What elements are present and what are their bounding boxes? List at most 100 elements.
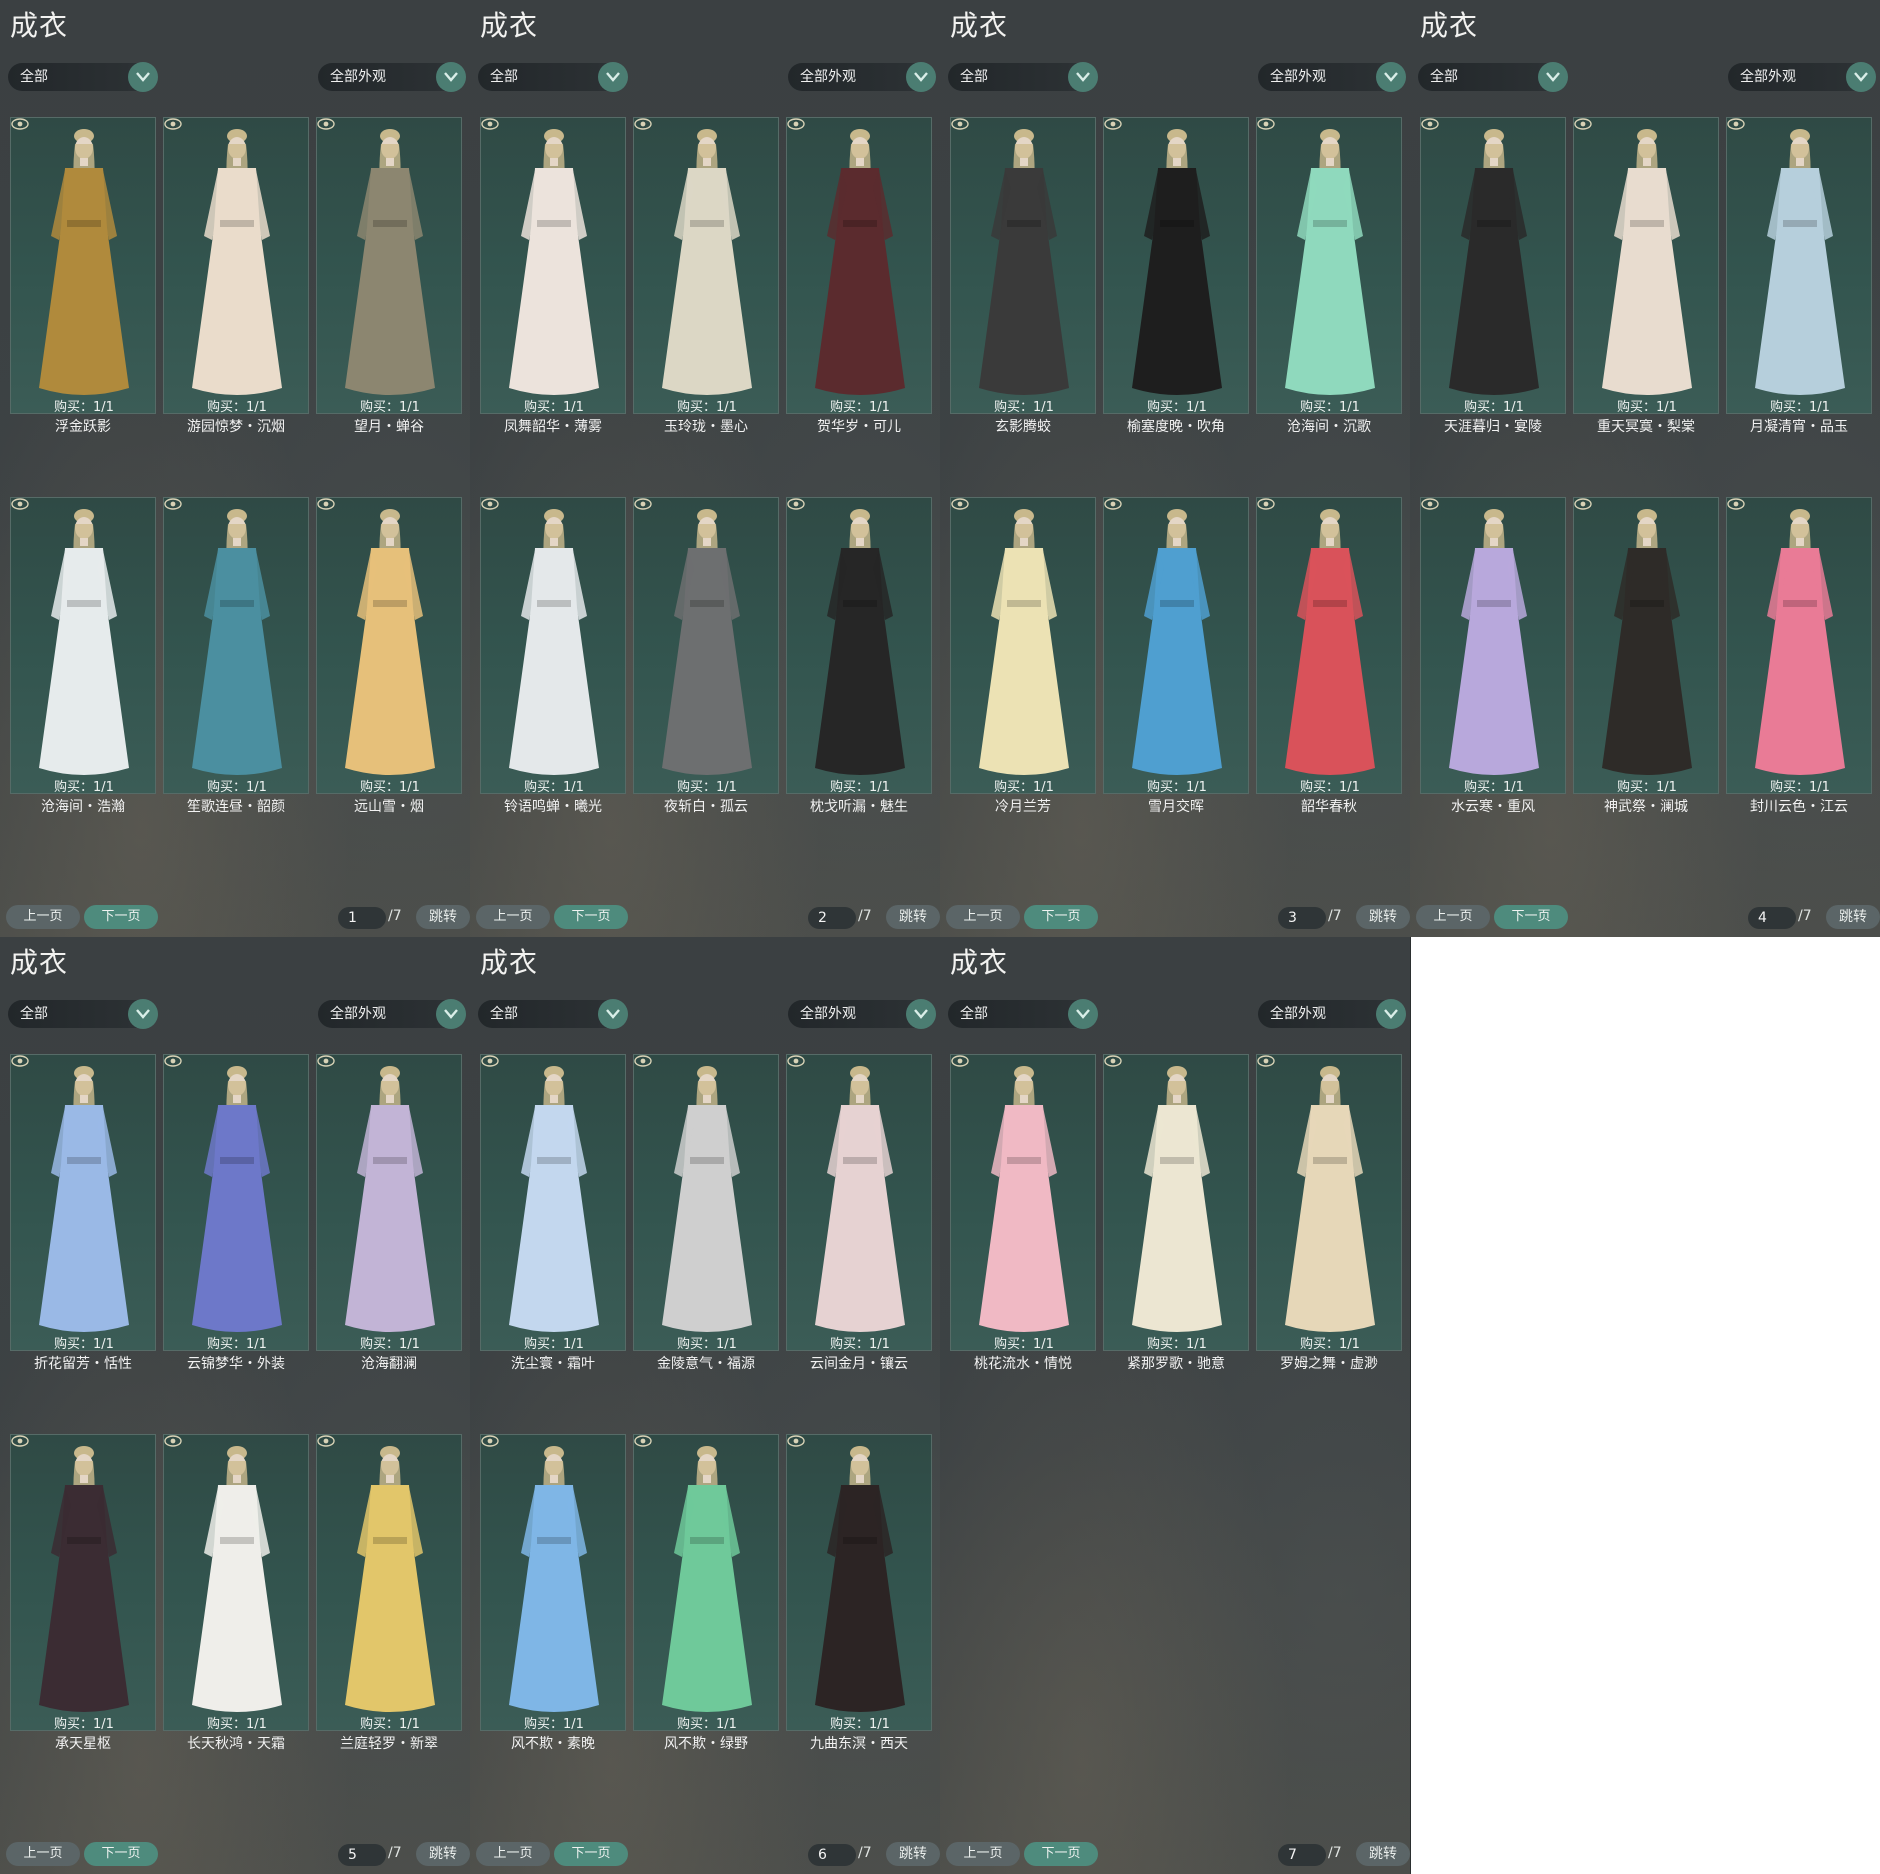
eye-icon[interactable] (11, 1435, 29, 1447)
outfit-card[interactable]: 购买：1/1 天涯暮归・宴陵 (1420, 117, 1566, 435)
eye-icon[interactable] (787, 498, 805, 510)
outfit-card[interactable]: 购买：1/1 罗姆之舞・虚渺 (1256, 1054, 1402, 1372)
eye-icon[interactable] (11, 1055, 29, 1067)
jump-button[interactable]: 跳转 (1826, 905, 1880, 929)
appearance-dropdown[interactable]: 全部外观 (1258, 62, 1406, 92)
outfit-card[interactable]: 购买：1/1 神武祭・澜城 (1573, 497, 1719, 815)
outfit-card[interactable]: 购买：1/1 雪月交晖 (1103, 497, 1249, 815)
appearance-dropdown[interactable]: 全部外观 (1258, 999, 1406, 1029)
outfit-card[interactable]: 购买：1/1 游园惊梦・沉烟 (163, 117, 309, 435)
chevron-down-icon[interactable] (128, 62, 158, 92)
jump-button[interactable]: 跳转 (886, 905, 940, 929)
chevron-down-icon[interactable] (436, 999, 466, 1029)
category-dropdown[interactable]: 全部 (948, 62, 1098, 92)
eye-icon[interactable] (951, 1055, 969, 1067)
eye-icon[interactable] (1257, 1055, 1275, 1067)
page-number-input[interactable]: 7 (1278, 1844, 1326, 1866)
eye-icon[interactable] (317, 1055, 335, 1067)
next-page-button[interactable]: 下一页 (84, 905, 158, 929)
eye-icon[interactable] (317, 118, 335, 130)
chevron-down-icon[interactable] (1538, 62, 1568, 92)
eye-icon[interactable] (481, 1055, 499, 1067)
category-dropdown[interactable]: 全部 (478, 999, 628, 1029)
next-page-button[interactable]: 下一页 (1024, 905, 1098, 929)
prev-page-button[interactable]: 上一页 (1416, 905, 1490, 929)
eye-icon[interactable] (634, 118, 652, 130)
page-number-input[interactable]: 5 (338, 1844, 386, 1866)
eye-icon[interactable] (1574, 118, 1592, 130)
outfit-card[interactable]: 购买：1/1 月凝清宵・品玉 (1726, 117, 1872, 435)
eye-icon[interactable] (787, 118, 805, 130)
prev-page-button[interactable]: 上一页 (476, 905, 550, 929)
prev-page-button[interactable]: 上一页 (6, 1842, 80, 1866)
eye-icon[interactable] (1574, 498, 1592, 510)
chevron-down-icon[interactable] (598, 62, 628, 92)
outfit-card[interactable]: 购买：1/1 风不欺・素晚 (480, 1434, 626, 1752)
eye-icon[interactable] (164, 1055, 182, 1067)
chevron-down-icon[interactable] (598, 999, 628, 1029)
outfit-card[interactable]: 购买：1/1 沧海间・浩瀚 (10, 497, 156, 815)
chevron-down-icon[interactable] (1846, 62, 1876, 92)
chevron-down-icon[interactable] (906, 62, 936, 92)
outfit-card[interactable]: 购买：1/1 折花留芳・恬性 (10, 1054, 156, 1372)
chevron-down-icon[interactable] (1376, 999, 1406, 1029)
next-page-button[interactable]: 下一页 (84, 1842, 158, 1866)
jump-button[interactable]: 跳转 (886, 1842, 940, 1866)
outfit-card[interactable]: 购买：1/1 云锦梦华・外装 (163, 1054, 309, 1372)
eye-icon[interactable] (481, 498, 499, 510)
eye-icon[interactable] (951, 118, 969, 130)
eye-icon[interactable] (787, 1435, 805, 1447)
prev-page-button[interactable]: 上一页 (476, 1842, 550, 1866)
next-page-button[interactable]: 下一页 (1024, 1842, 1098, 1866)
outfit-card[interactable]: 购买：1/1 浮金跃影 (10, 117, 156, 435)
outfit-card[interactable]: 购买：1/1 铃语鸣蝉・曦光 (480, 497, 626, 815)
outfit-card[interactable]: 购买：1/1 榆塞度晚・吹角 (1103, 117, 1249, 435)
eye-icon[interactable] (634, 1055, 652, 1067)
page-number-input[interactable]: 6 (808, 1844, 856, 1866)
outfit-card[interactable]: 购买：1/1 紧那罗歌・驰意 (1103, 1054, 1249, 1372)
chevron-down-icon[interactable] (128, 999, 158, 1029)
category-dropdown[interactable]: 全部 (948, 999, 1098, 1029)
outfit-card[interactable]: 购买：1/1 笙歌连昼・韶颜 (163, 497, 309, 815)
outfit-card[interactable]: 购买：1/1 夜斩白・孤云 (633, 497, 779, 815)
eye-icon[interactable] (1727, 498, 1745, 510)
outfit-card[interactable]: 购买：1/1 水云寒・重风 (1420, 497, 1566, 815)
appearance-dropdown[interactable]: 全部外观 (1728, 62, 1876, 92)
jump-button[interactable]: 跳转 (1356, 905, 1410, 929)
eye-icon[interactable] (634, 498, 652, 510)
outfit-card[interactable]: 购买：1/1 韶华春秋 (1256, 497, 1402, 815)
appearance-dropdown[interactable]: 全部外观 (318, 999, 466, 1029)
eye-icon[interactable] (787, 1055, 805, 1067)
eye-icon[interactable] (1727, 118, 1745, 130)
category-dropdown[interactable]: 全部 (1418, 62, 1568, 92)
outfit-card[interactable]: 购买：1/1 洗尘寰・霜叶 (480, 1054, 626, 1372)
outfit-card[interactable]: 购买：1/1 远山雪・烟 (316, 497, 462, 815)
category-dropdown[interactable]: 全部 (478, 62, 628, 92)
eye-icon[interactable] (1104, 118, 1122, 130)
outfit-card[interactable]: 购买：1/1 长天秋鸿・天霜 (163, 1434, 309, 1752)
next-page-button[interactable]: 下一页 (1494, 905, 1568, 929)
eye-icon[interactable] (164, 118, 182, 130)
category-dropdown[interactable]: 全部 (8, 999, 158, 1029)
appearance-dropdown[interactable]: 全部外观 (788, 999, 936, 1029)
prev-page-button[interactable]: 上一页 (6, 905, 80, 929)
outfit-card[interactable]: 购买：1/1 冷月兰芳 (950, 497, 1096, 815)
chevron-down-icon[interactable] (436, 62, 466, 92)
outfit-card[interactable]: 购买：1/1 沧海间・沉歌 (1256, 117, 1402, 435)
eye-icon[interactable] (11, 118, 29, 130)
appearance-dropdown[interactable]: 全部外观 (318, 62, 466, 92)
outfit-card[interactable]: 购买：1/1 枕戈听漏・魅生 (786, 497, 932, 815)
jump-button[interactable]: 跳转 (416, 1842, 470, 1866)
chevron-down-icon[interactable] (1068, 999, 1098, 1029)
chevron-down-icon[interactable] (906, 999, 936, 1029)
appearance-dropdown[interactable]: 全部外观 (788, 62, 936, 92)
outfit-card[interactable]: 购买：1/1 玄影腾蛟 (950, 117, 1096, 435)
next-page-button[interactable]: 下一页 (554, 905, 628, 929)
chevron-down-icon[interactable] (1068, 62, 1098, 92)
outfit-card[interactable]: 购买：1/1 望月・蝉谷 (316, 117, 462, 435)
eye-icon[interactable] (1104, 498, 1122, 510)
outfit-card[interactable]: 购买：1/1 玉玲珑・墨心 (633, 117, 779, 435)
eye-icon[interactable] (1421, 498, 1439, 510)
chevron-down-icon[interactable] (1376, 62, 1406, 92)
prev-page-button[interactable]: 上一页 (946, 1842, 1020, 1866)
